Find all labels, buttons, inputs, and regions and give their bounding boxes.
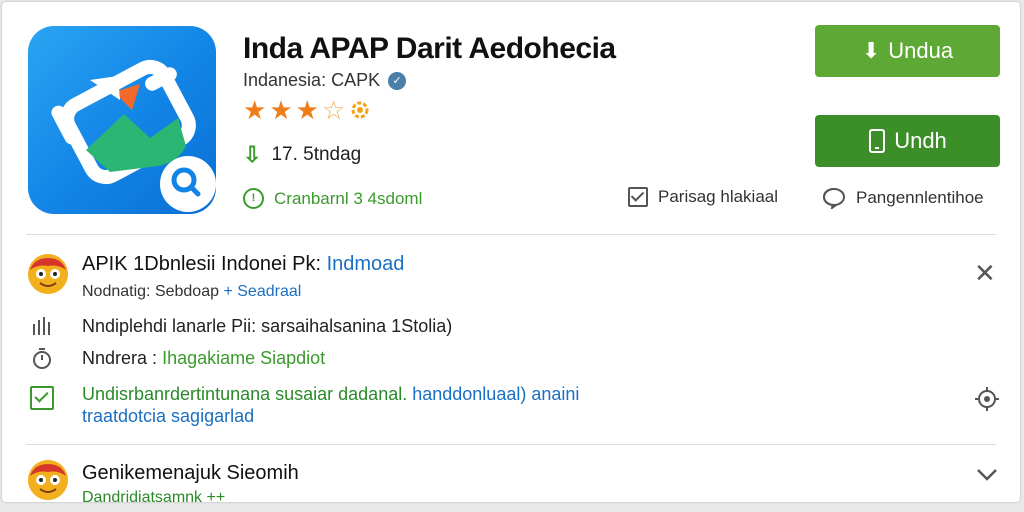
check-icon[interactable] [30, 386, 54, 410]
clock-icon [33, 348, 51, 369]
rating-link[interactable]: ! Cranbarnl 3 4sdoml [243, 188, 422, 209]
install-button-label: Undua [888, 38, 954, 63]
developer-name[interactable]: Indanesia: CAPK [243, 70, 380, 91]
comments-label: Pangennlentihoe [856, 188, 984, 207]
second-review-sub: Dandridiatsamnk ++ [82, 489, 226, 502]
time-label: Nndrera : [82, 348, 158, 368]
install-icon: ⬇ [861, 38, 881, 63]
description-green-text: Undisrbanrdertintunana susaiar dadanal. [82, 384, 408, 404]
rating-link-label: Cranbarnl 3 4sdoml [274, 188, 423, 208]
phone-icon [869, 129, 886, 153]
description-line-1: Undisrbanrdertintunana susaiar dadanal. … [82, 383, 579, 405]
star-full-icon: ★ [243, 95, 267, 125]
close-icon[interactable]: ✕ [974, 258, 996, 289]
review-title-link[interactable]: Indmoad [327, 253, 405, 275]
wishlist-action[interactable]: Parisag hlakiaal [628, 187, 778, 207]
verified-icon: ✓ [388, 71, 407, 90]
app-logo-graphic [51, 59, 216, 212]
checkbox-icon [628, 187, 648, 207]
developer-line: Indanesia: CAPK ✓ [243, 70, 407, 91]
wishlist-label: Parisag hlakiaal [658, 187, 779, 206]
review-sub: Nodnatig: Sebdoap + Seadraal [82, 283, 301, 301]
review-sub-text: Nodnatig: Sebdoap [82, 283, 219, 300]
install-button[interactable]: ⬇ Undua [815, 25, 1000, 77]
time-line: Nndrera : Ihagakiame Siapdiot [82, 348, 325, 369]
app-icon[interactable] [28, 26, 216, 214]
downloads-label: 17. 5tndag [271, 144, 362, 165]
chevron-down-icon[interactable] [976, 468, 998, 482]
section-divider [26, 234, 996, 235]
avatar-face-icon [28, 460, 68, 500]
open-button-label: Undh [894, 128, 947, 153]
comment-bubble-icon [822, 188, 845, 209]
section-divider [26, 444, 996, 445]
review-title-text: APIK 1Dbnlesii Indonei Pk: [82, 253, 322, 275]
plus-icon: + [223, 283, 233, 300]
star-full-icon: ★ [269, 95, 293, 125]
download-arrow-icon: ⇩ [243, 142, 262, 167]
description-text: Undisrbanrdertintunana susaiar dadanal. … [82, 383, 579, 427]
info-ring-icon: ! [243, 188, 264, 209]
description-blue-text: handdonluaal) anaini [412, 384, 580, 404]
star-half-icon: ☆ [321, 95, 346, 125]
gear-icon[interactable] [974, 386, 1000, 412]
open-button[interactable]: Undh [815, 115, 1000, 167]
app-listing-card: Inda APAP Darit Aedohecia Indanesia: CAP… [2, 2, 1020, 502]
bar-chart-icon [33, 317, 50, 335]
star-full-icon: ★ [295, 95, 319, 125]
rating-stars: ★ ★ ★ ☆ [243, 97, 372, 123]
avatar-face-icon [28, 254, 68, 294]
stats-line: Nndiplehdi lanarle Pii: sarsaihalsanina … [82, 316, 453, 336]
review-sub-link[interactable]: Seadraal [237, 283, 301, 300]
second-review-title: Genikemenajuk Sieomih [82, 462, 299, 484]
description-line-2: traatdotcia sagigarlad [82, 406, 255, 426]
badge-gear-icon [351, 101, 369, 119]
comments-action[interactable]: Pangennlentihoe [822, 187, 984, 209]
avatar[interactable] [28, 460, 68, 500]
downloads-count: ⇩ 17. 5tndag [243, 142, 361, 168]
review-title: APIK 1Dbnlesii Indonei Pk: Indmoad [82, 253, 404, 276]
time-value: Ihagakiame Siapdiot [162, 348, 326, 368]
app-title: Inda APAP Darit Aedohecia [243, 32, 616, 65]
avatar[interactable] [28, 254, 68, 294]
